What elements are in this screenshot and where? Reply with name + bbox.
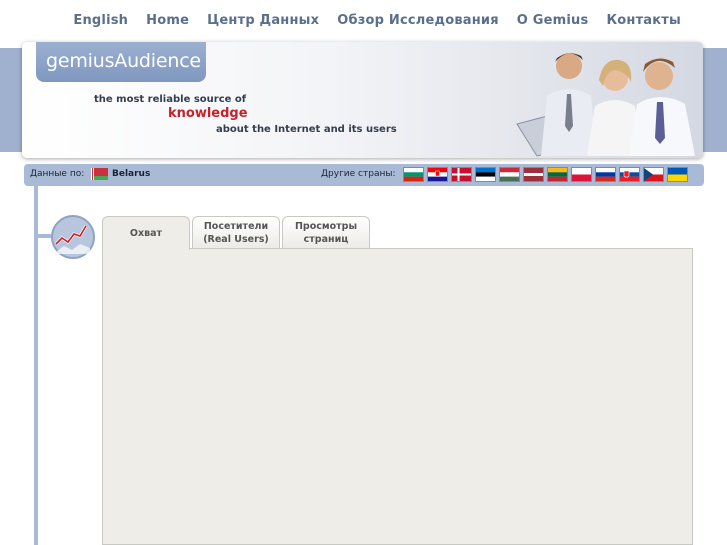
tab-content-panel: [102, 248, 693, 545]
belarus-flag-icon: [91, 168, 108, 180]
country-bar: Данные по: Belarus Другие страны:: [24, 164, 704, 186]
left-rail: [34, 186, 38, 545]
header-banner: gemiusAudience the most reliable source …: [22, 42, 703, 158]
lithuania-flag-icon[interactable]: [548, 168, 567, 181]
data-for-label: Данные по:: [30, 169, 85, 179]
tab-page-views[interactable]: Просмотры страниц: [282, 216, 370, 248]
tab-reach[interactable]: Охват: [102, 216, 190, 250]
nav-link-home[interactable]: Home: [146, 13, 189, 28]
bulgaria-flag-icon[interactable]: [404, 168, 423, 181]
other-countries-label: Другие страны:: [321, 169, 396, 179]
tab-real-users[interactable]: Посетители (Real Users): [192, 216, 280, 248]
logo[interactable]: gemiusAudience: [46, 50, 201, 72]
tagline-line-1: the most reliable source of: [94, 94, 247, 105]
estonia-flag-icon[interactable]: [476, 168, 495, 181]
denmark-flag-icon[interactable]: [452, 168, 471, 181]
russia-flag-icon[interactable]: [596, 168, 615, 181]
nav-link-data-center[interactable]: Центр Данных: [207, 13, 319, 28]
nav-link-about-gemius[interactable]: О Gemius: [517, 13, 589, 28]
current-country: Belarus: [112, 169, 151, 179]
latvia-flag-icon[interactable]: [524, 168, 543, 181]
slovakia-flag-icon[interactable]: [620, 168, 639, 181]
line-chart-icon: [51, 215, 95, 259]
nav-link-english[interactable]: English: [73, 13, 128, 28]
nav-link-contacts[interactable]: Контакты: [606, 13, 681, 28]
tagline-line-3: about the Internet and its users: [216, 124, 397, 135]
tagline-highlight: knowledge: [168, 106, 248, 121]
people-photo: [516, 53, 695, 157]
country-flags: [404, 168, 687, 181]
top-navigation: English Home Центр Данных Обзор Исследов…: [73, 13, 681, 28]
croatia-flag-icon[interactable]: [428, 168, 447, 181]
poland-flag-icon[interactable]: [572, 168, 591, 181]
nav-link-research-overview[interactable]: Обзор Исследования: [337, 13, 499, 28]
czech-flag-icon[interactable]: [644, 168, 663, 181]
hungary-flag-icon[interactable]: [500, 168, 519, 181]
ukraine-flag-icon[interactable]: [668, 168, 687, 181]
